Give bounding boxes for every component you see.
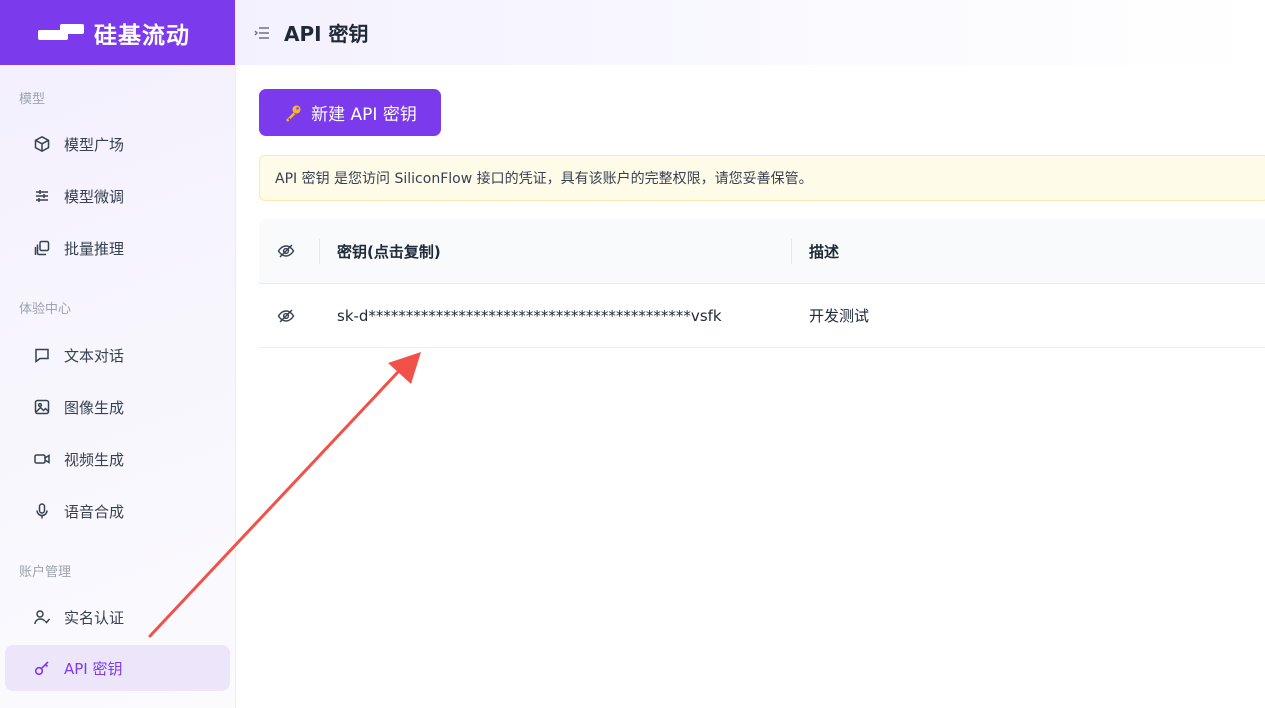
new-api-key-button[interactable]: 新建 API 密钥 bbox=[259, 89, 441, 136]
column-header-key: 密钥(点击复制) bbox=[337, 242, 441, 261]
toggle-all-visibility-icon[interactable] bbox=[277, 242, 295, 260]
notice-text: API 密钥 是您访问 SiliconFlow 接口的凭证，具有该账户的完整权限… bbox=[275, 171, 813, 187]
sidebar-item-label: 批量推理 bbox=[64, 239, 125, 258]
batch-icon bbox=[33, 239, 51, 257]
section-label-account: 账户管理 bbox=[19, 565, 72, 580]
sidebar-item-label: 模型广场 bbox=[64, 135, 125, 154]
api-keys-table: 密钥(点击复制) 描述 sk-d************************… bbox=[259, 219, 1265, 348]
logo-mark-icon bbox=[38, 23, 86, 43]
menu-collapse-icon[interactable] bbox=[254, 26, 270, 40]
key-icon bbox=[33, 659, 51, 677]
sidebar-item-label: 视频生成 bbox=[64, 450, 125, 469]
image-icon bbox=[33, 398, 51, 416]
cube-icon bbox=[33, 135, 51, 153]
sidebar-item-label: API 密钥 bbox=[64, 659, 123, 678]
security-notice: API 密钥 是您访问 SiliconFlow 接口的凭证，具有该账户的完整权限… bbox=[259, 155, 1265, 201]
sidebar-item-image-gen[interactable]: 图像生成 bbox=[5, 384, 230, 430]
sidebar-item-label: 实名认证 bbox=[64, 608, 125, 627]
sidebar-item-api-keys[interactable]: API 密钥 bbox=[5, 645, 230, 691]
column-divider bbox=[791, 239, 792, 264]
sidebar-item-speech[interactable]: 语音合成 bbox=[5, 488, 230, 534]
sidebar-item-model-square[interactable]: 模型广场 bbox=[5, 121, 230, 167]
sidebar-item-video-gen[interactable]: 视频生成 bbox=[5, 436, 230, 482]
sidebar-item-verification[interactable]: 实名认证 bbox=[5, 594, 230, 640]
section-label-experience: 体验中心 bbox=[19, 302, 72, 317]
sidebar-item-label: 模型微调 bbox=[64, 187, 125, 206]
brand-name: 硅基流动 bbox=[94, 22, 190, 49]
brand-logo[interactable]: 硅基流动 bbox=[0, 0, 235, 65]
sidebar-item-label: 图像生成 bbox=[64, 398, 125, 417]
section-label-models: 模型 bbox=[19, 92, 46, 107]
sliders-icon bbox=[33, 187, 51, 205]
column-header-description: 描述 bbox=[809, 242, 840, 261]
sidebar-item-text-chat[interactable]: 文本对话 bbox=[5, 332, 230, 378]
column-divider bbox=[319, 239, 320, 264]
video-icon bbox=[33, 450, 51, 468]
top-bar: API 密钥 bbox=[236, 0, 1265, 65]
api-key-description: 开发测试 bbox=[809, 307, 870, 325]
sidebar: 硅基流动 模型 模型广场 模型微调 批量推理 体验中心 文本对话 图像生成 视频… bbox=[0, 0, 236, 708]
chat-icon bbox=[33, 346, 51, 364]
sidebar-item-fine-tuning[interactable]: 模型微调 bbox=[5, 173, 230, 219]
mic-icon bbox=[33, 502, 51, 520]
new-api-key-button-label: 新建 API 密钥 bbox=[311, 105, 417, 125]
page-title: API 密钥 bbox=[284, 22, 369, 46]
sidebar-item-batch-inference[interactable]: 批量推理 bbox=[5, 225, 230, 271]
toggle-key-visibility-icon[interactable] bbox=[277, 307, 295, 325]
api-key-value[interactable]: sk-d************************************… bbox=[337, 307, 722, 325]
sidebar-item-label: 文本对话 bbox=[64, 346, 125, 365]
table-header: 密钥(点击复制) 描述 bbox=[259, 219, 1265, 284]
sidebar-item-label: 语音合成 bbox=[64, 502, 125, 521]
user-check-icon bbox=[33, 608, 51, 626]
key-icon bbox=[283, 103, 303, 123]
table-row: sk-d************************************… bbox=[259, 284, 1265, 348]
